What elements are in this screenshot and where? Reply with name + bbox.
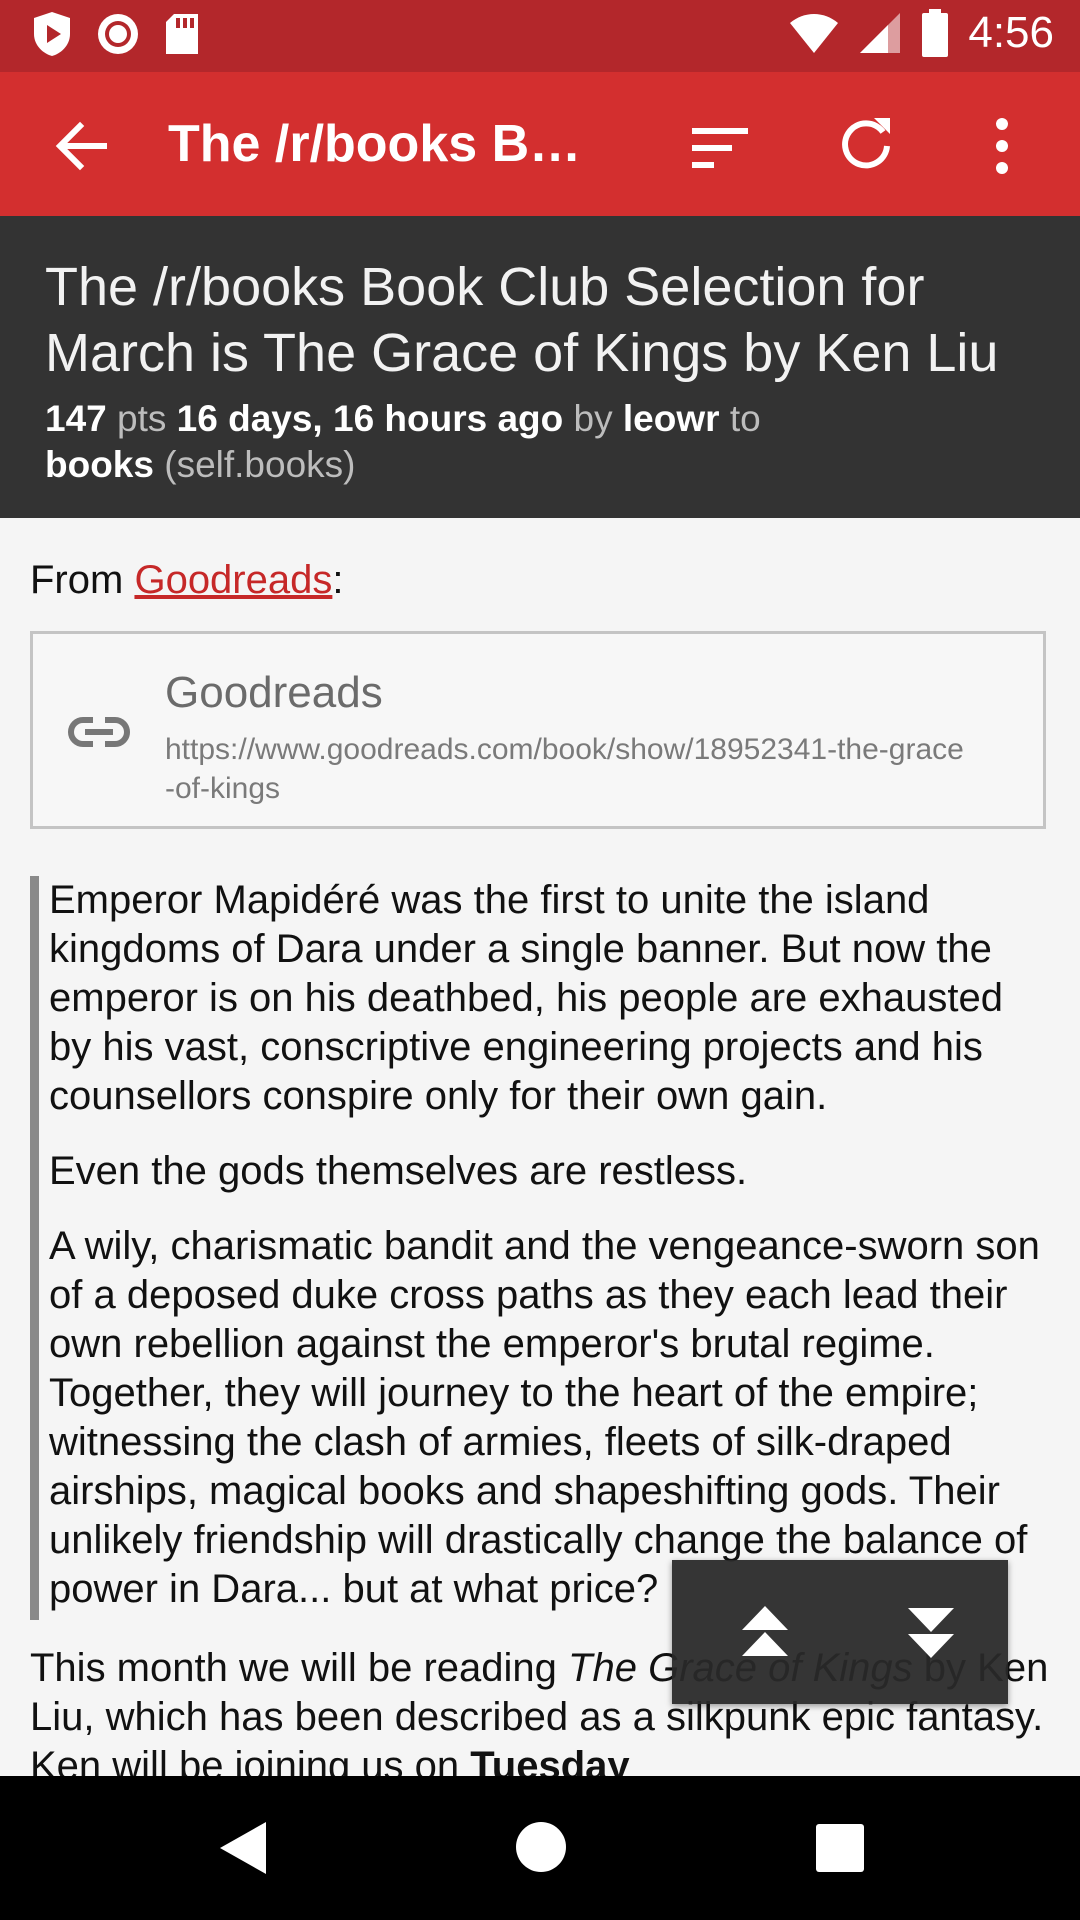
- record-icon: [98, 14, 138, 54]
- sd-card-icon: [166, 14, 198, 54]
- goodreads-link[interactable]: Goodreads: [134, 558, 332, 602]
- more-vert-icon[interactable]: [982, 114, 1022, 178]
- scroll-up-icon[interactable]: [738, 1604, 792, 1660]
- link-icon: [68, 717, 130, 747]
- post-subreddit[interactable]: books: [45, 444, 154, 485]
- comment-nav-overlay: [672, 1560, 1008, 1704]
- link-card-title: Goodreads: [165, 668, 383, 717]
- by-label: by: [573, 398, 613, 439]
- app-toolbar: The /r/books Bo…: [0, 72, 1080, 216]
- signal-icon: [860, 13, 901, 53]
- post-author[interactable]: leowr: [623, 398, 720, 439]
- nav-recents-icon[interactable]: [816, 1824, 864, 1872]
- back-arrow-icon[interactable]: [50, 114, 114, 178]
- pts-label: pts: [117, 398, 167, 439]
- status-bar: 4:56: [0, 0, 1080, 72]
- play-protect-icon: [34, 12, 70, 56]
- nav-back-icon[interactable]: [214, 1818, 270, 1878]
- sort-icon[interactable]: [690, 120, 750, 176]
- quote-paragraph: Even the gods themselves are restless.: [49, 1149, 748, 1193]
- after-prefix: This month we will be reading: [30, 1646, 557, 1690]
- refresh-icon[interactable]: [836, 114, 896, 174]
- to-label: to: [729, 398, 761, 439]
- system-nav-bar: [0, 1776, 1080, 1920]
- post-age: 16 days, 16 hours ago: [176, 398, 564, 439]
- quote-paragraph: Emperor Mapidéré was the first to unite …: [49, 878, 1003, 1118]
- link-preview-card[interactable]: Goodreads https://www.goodreads.com/book…: [30, 631, 1046, 829]
- from-line: From Goodreads:: [30, 558, 344, 603]
- blockquote: Emperor Mapidéré was the first to unite …: [30, 876, 1046, 1620]
- toolbar-title: The /r/books Bo…: [168, 115, 608, 173]
- quote-paragraph: A wily, charismatic bandit and the venge…: [49, 1224, 1040, 1611]
- post-meta: 147 pts 16 days, 16 hours ago by leowr t…: [45, 396, 1045, 488]
- battery-icon: [922, 9, 949, 57]
- post-header: The /r/books Book Club Selection for Mar…: [0, 216, 1080, 518]
- scroll-down-icon[interactable]: [904, 1604, 958, 1660]
- after-bold: Tuesday: [470, 1744, 630, 1776]
- post-domain: (self.books): [164, 444, 356, 485]
- clock: 4:56: [968, 8, 1054, 57]
- post-title: The /r/books Book Club Selection for Mar…: [45, 257, 999, 383]
- wifi-icon: [790, 14, 839, 53]
- nav-home-icon[interactable]: [516, 1822, 566, 1872]
- from-suffix: :: [332, 558, 344, 602]
- post-points: 147: [45, 398, 107, 439]
- link-card-url: https://www.goodreads.com/book/show/1895…: [165, 733, 964, 805]
- from-prefix: From: [30, 558, 124, 602]
